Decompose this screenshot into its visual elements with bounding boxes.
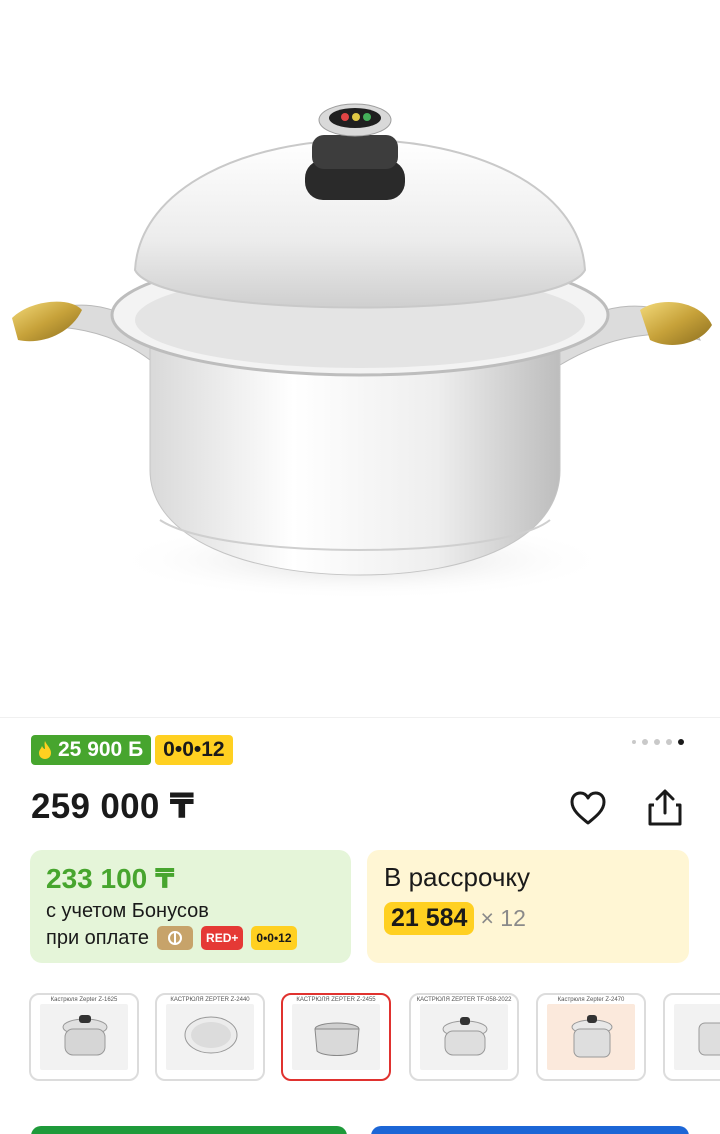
share-button[interactable] [643, 786, 687, 830]
pot-icon [571, 1015, 613, 1058]
bonus-note: с учетом Бонусов [46, 900, 209, 922]
bonus-badge: 25 900 Б [31, 735, 152, 765]
product-image-gallery[interactable] [0, 0, 720, 718]
thumbnail-caption: КАСТРЮЛЯ ZEPTER Z-2440 [170, 997, 250, 1003]
favorite-button[interactable] [566, 786, 610, 830]
bonus-price: 233 100 ₸ [46, 863, 175, 894]
thumbnail-caption: КАСТРЮЛЯ ZEPTER TF-058-2022 [416, 997, 512, 1003]
pagination-dot-active[interactable] [678, 739, 684, 745]
secondary-action-button[interactable] [371, 1126, 689, 1134]
installment-card[interactable]: В рассрочку 21 584 × 12 [367, 850, 689, 963]
plan-badge: 0•0•12 [251, 926, 297, 950]
flame-icon [39, 741, 51, 759]
pagination-dot[interactable] [632, 740, 636, 744]
payment-methods-row: при оплате RED+ 0•0•12 [46, 926, 297, 950]
gallery-pagination[interactable] [632, 739, 684, 745]
kaspi-gold-icon [157, 926, 194, 950]
primary-action-button[interactable] [31, 1126, 347, 1134]
installment-amount-row: 21 584 × 12 [384, 902, 526, 935]
pot-icon [184, 1016, 238, 1054]
installment-plan-badge: 0•0•12 [155, 735, 233, 765]
product-price: 259 000 ₸ [31, 787, 195, 826]
pagination-dot[interactable] [642, 739, 648, 745]
bonus-price-card[interactable]: 233 100 ₸ с учетом Бонусов при оплате RE… [30, 850, 351, 963]
thumbnail[interactable] [663, 993, 720, 1081]
installment-multiplier: × 12 [480, 905, 526, 931]
heart-icon [570, 791, 606, 825]
thumbnail[interactable]: КАСТРЮЛЯ ZEPTER TF-058-2022 [409, 993, 519, 1081]
pot-icon [698, 1022, 720, 1056]
promo-badges: 25 900 Б 0•0•12 [31, 735, 233, 765]
pot-icon [442, 1017, 488, 1056]
installment-amount: 21 584 [384, 902, 475, 935]
thumbnail-caption: КАСТРЮЛЯ ZEPTER Z-2455 [296, 997, 376, 1003]
thumbnail[interactable]: Кастрюля Zepter Z-2470 [536, 993, 646, 1081]
pay-label: при оплате [46, 926, 150, 949]
thumbnail-caption: Кастрюля Zepter Z-2470 [557, 997, 625, 1003]
thumbnail-caption: Кастрюля Zepter Z-1625 [50, 997, 118, 1003]
bonus-amount: 25 900 Б [58, 738, 144, 761]
thumbnail-strip[interactable]: Кастрюля Zepter Z-1625 КАСТРЮЛЯ ZEPTER Z… [29, 993, 720, 1081]
thumbnail-selected[interactable]: КАСТРЮЛЯ ZEPTER Z-2455 [281, 993, 391, 1081]
thumbnail[interactable]: КАСТРЮЛЯ ZEPTER Z-2440 [155, 993, 265, 1081]
thumbnail[interactable]: Кастрюля Zepter Z-1625 [29, 993, 139, 1081]
share-icon [648, 789, 682, 826]
installment-title: В рассрочку [384, 862, 531, 892]
red-plus-badge: RED+ [201, 926, 244, 950]
pot-icon [62, 1015, 108, 1056]
pot-with-lid-image [12, 103, 712, 600]
pagination-dot[interactable] [654, 739, 660, 745]
pagination-dot[interactable] [666, 739, 672, 745]
pot-icon [314, 1022, 360, 1056]
